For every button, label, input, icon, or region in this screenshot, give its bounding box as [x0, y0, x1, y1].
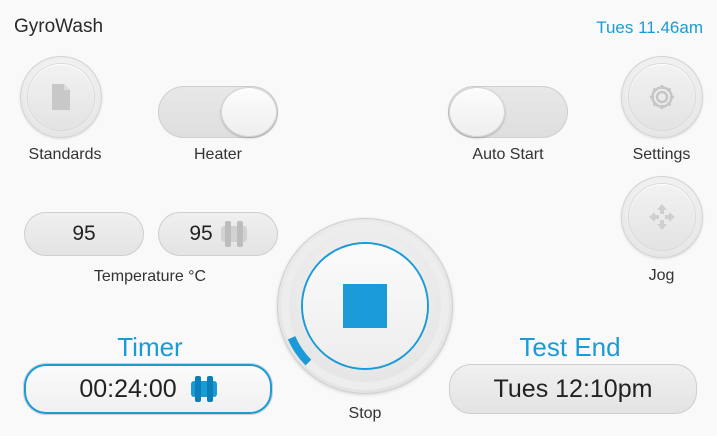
timer-title: Timer — [117, 332, 183, 362]
test-end-value: Tues 12:10pm — [493, 374, 653, 403]
adjust-slider-icon[interactable] — [220, 221, 247, 247]
test-end-title: Test End — [519, 332, 621, 362]
jog-label: Jog — [648, 267, 675, 284]
heater-label: Heater — [193, 146, 243, 163]
temperature-setpoint-field[interactable]: 95 — [158, 212, 278, 256]
auto-start-toggle-knob[interactable] — [449, 87, 505, 137]
standards-button[interactable] — [20, 56, 102, 138]
timer-value: 00:24:00 — [79, 374, 177, 403]
temperature-actual-display: 95 — [24, 212, 144, 256]
temperature-setpoint-value: 95 — [189, 222, 213, 245]
settings-button[interactable] — [621, 56, 703, 138]
move-arrows-icon — [649, 204, 675, 230]
document-icon — [52, 84, 70, 110]
test-end-display: Tues 12:10pm — [449, 364, 697, 414]
auto-start-label: Auto Start — [472, 146, 544, 163]
heater-toggle-knob[interactable] — [221, 87, 277, 137]
clock-display: Tues 11.46am — [596, 18, 703, 37]
stop-ring — [277, 218, 453, 394]
stop-label: Stop — [348, 405, 382, 422]
auto-start-toggle[interactable] — [448, 86, 568, 138]
settings-label: Settings — [632, 146, 691, 163]
temperature-actual-value: 95 — [72, 222, 96, 245]
app-title: GyroWash — [14, 16, 104, 37]
temperature-label: Temperature °C — [93, 268, 207, 285]
gear-icon — [650, 85, 674, 109]
standards-label: Standards — [28, 146, 102, 163]
timer-adjust-icon[interactable] — [190, 376, 217, 402]
jog-button[interactable] — [621, 176, 703, 258]
stop-button[interactable] — [303, 244, 427, 368]
timer-field[interactable]: 00:24:00 — [24, 364, 272, 414]
stop-square-icon — [343, 284, 387, 328]
heater-toggle[interactable] — [158, 86, 278, 138]
